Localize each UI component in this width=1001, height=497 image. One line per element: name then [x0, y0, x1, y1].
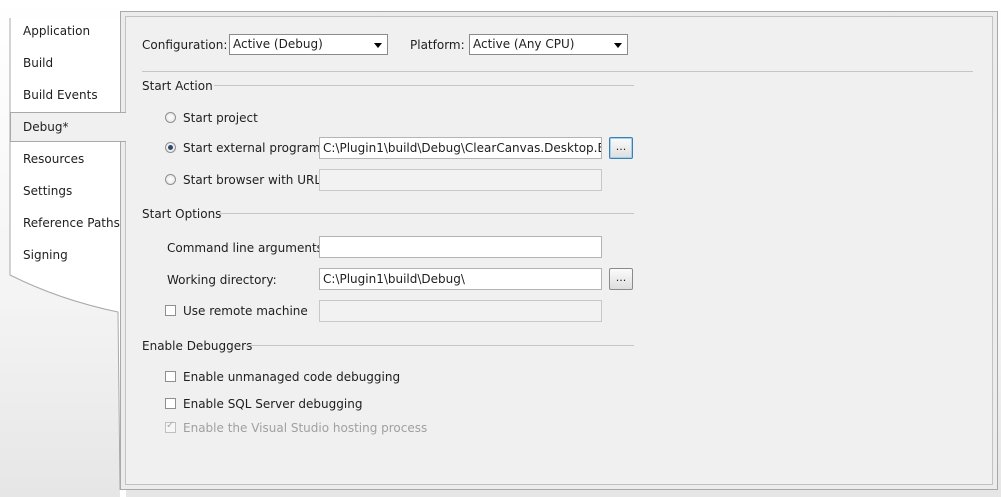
separator [142, 71, 973, 72]
browser-url-input[interactable] [319, 169, 602, 191]
tab-application[interactable]: Application [23, 20, 90, 42]
chevron-down-icon [374, 43, 382, 48]
start-external-radio[interactable] [165, 142, 176, 153]
start-project-radio[interactable] [165, 112, 176, 123]
tab-settings[interactable]: Settings [23, 180, 72, 202]
start-options-title: Start Options [142, 207, 222, 221]
tab-build[interactable]: Build [23, 52, 53, 74]
tab-reference-paths[interactable]: Reference Paths [23, 212, 120, 234]
external-program-input[interactable]: C:\Plugin1\build\Debug\ClearCanvas.Deskt… [319, 137, 602, 159]
tab-debug-label: Debug* [23, 120, 69, 134]
hosting-process-checkbox [165, 420, 176, 433]
external-program-value: C:\Plugin1\build\Debug\ClearCanvas.Deskt… [323, 141, 601, 155]
start-browser-radio[interactable] [165, 174, 176, 185]
sql-debugging-label[interactable]: Enable SQL Server debugging [183, 396, 362, 412]
working-dir-label: Working directory: [167, 273, 277, 287]
chevron-down-icon [614, 43, 622, 48]
tab-build-events[interactable]: Build Events [23, 84, 98, 106]
remote-machine-label[interactable]: Use remote machine [183, 303, 308, 319]
sql-debugging-checkbox[interactable] [165, 398, 176, 409]
configuration-dropdown[interactable]: Active (Debug) [229, 34, 388, 55]
configuration-value: Active (Debug) [233, 37, 323, 51]
platform-dropdown[interactable]: Active (Any CPU) [469, 34, 628, 55]
tab-debug[interactable]: Debug* [10, 112, 126, 142]
start-external-label[interactable]: Start external program: [183, 140, 325, 156]
start-action-title: Start Action [142, 79, 213, 93]
working-dir-value: C:\Plugin1\build\Debug\ [323, 272, 465, 286]
unmanaged-debugging-checkbox[interactable] [165, 371, 176, 382]
enable-debuggers-title: Enable Debuggers [142, 339, 253, 353]
remote-machine-input[interactable] [319, 300, 602, 322]
hosting-process-label: Enable the Visual Studio hosting process [183, 421, 428, 435]
working-dir-input[interactable]: C:\Plugin1\build\Debug\ [319, 268, 602, 290]
remote-machine-checkbox[interactable] [165, 305, 176, 316]
start-project-label[interactable]: Start project [183, 110, 258, 126]
configuration-label: Configuration: [142, 38, 228, 52]
cmd-args-label: Command line arguments: [167, 241, 327, 255]
start-action-rule [214, 85, 634, 86]
tab-resources[interactable]: Resources [23, 148, 84, 170]
platform-value: Active (Any CPU) [473, 37, 575, 51]
start-browser-label[interactable]: Start browser with URL: [183, 172, 325, 188]
enable-debuggers-rule [246, 345, 634, 346]
tab-signing[interactable]: Signing [23, 244, 68, 266]
start-options-rule [220, 213, 634, 214]
cmd-args-input[interactable] [319, 236, 602, 258]
platform-label: Platform: [410, 38, 465, 52]
unmanaged-debugging-label[interactable]: Enable unmanaged code debugging [183, 369, 400, 385]
browse-working-dir-button[interactable]: ... [609, 268, 633, 290]
browse-external-button[interactable]: ... [609, 137, 633, 159]
